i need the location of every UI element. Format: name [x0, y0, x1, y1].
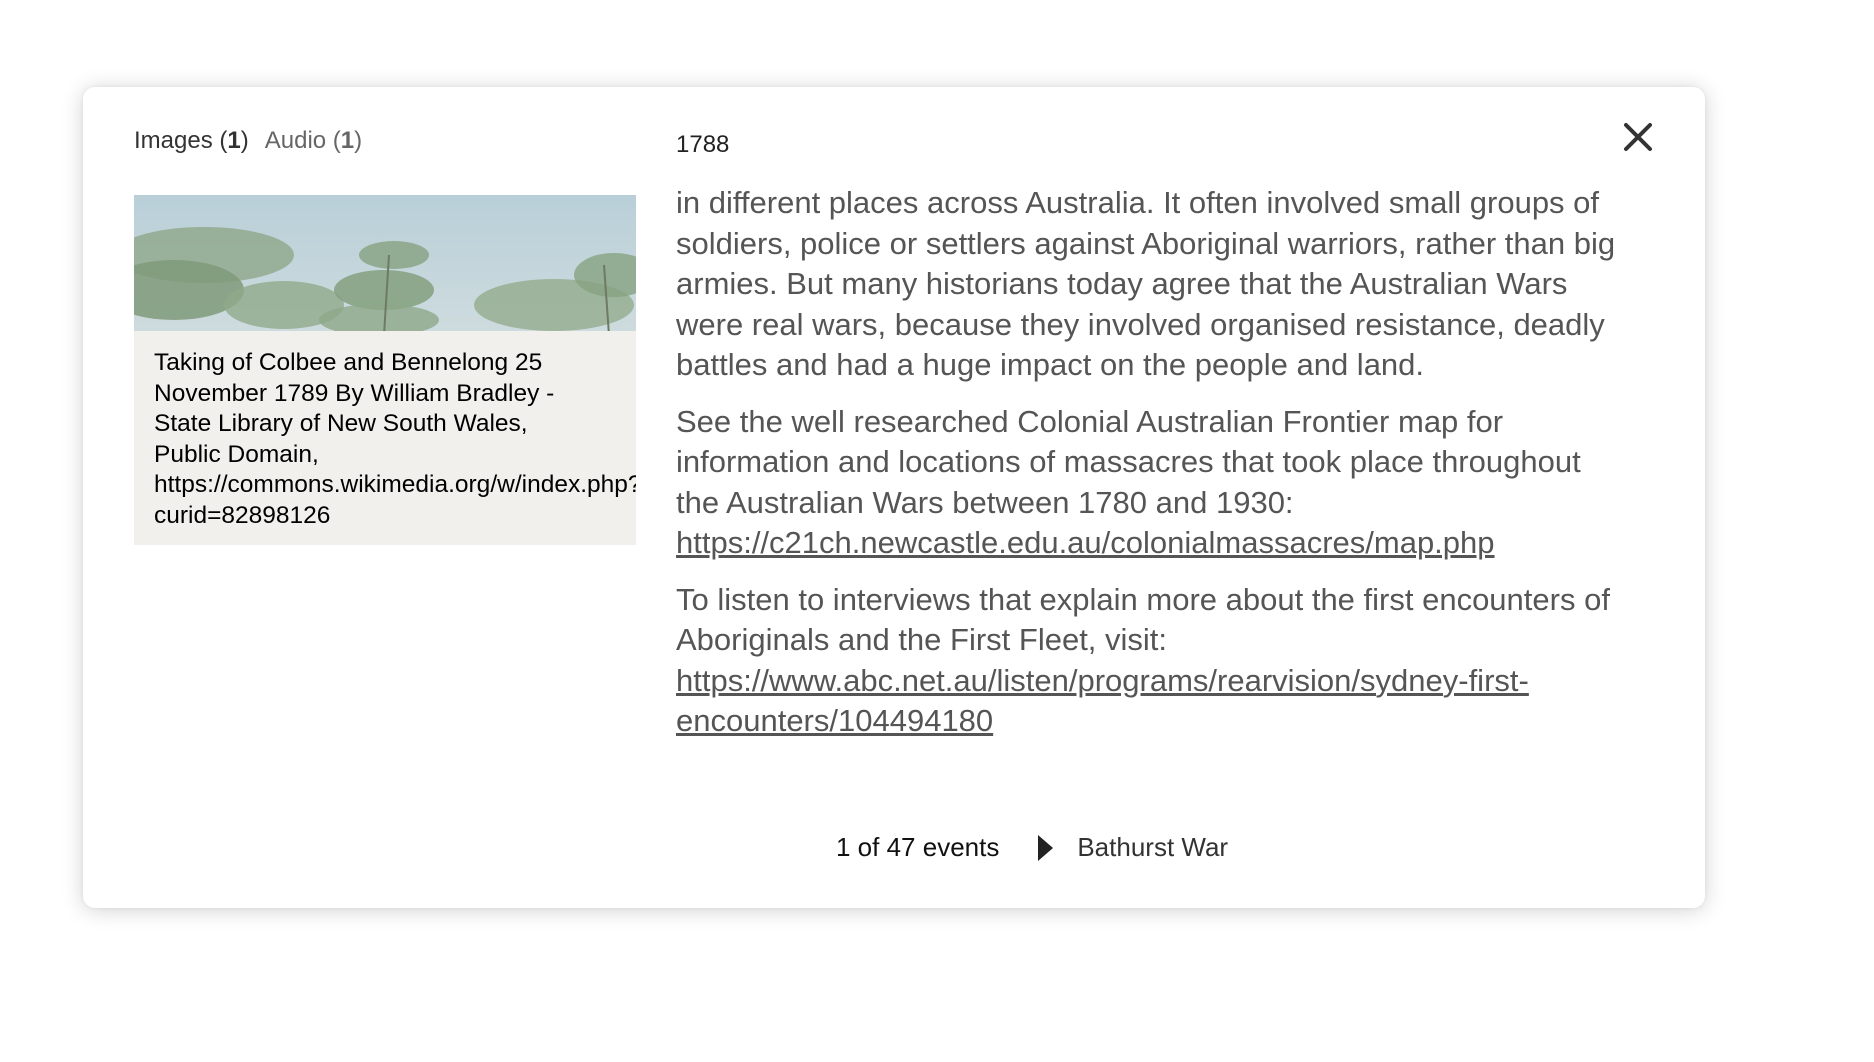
event-count: 1 of 47 events	[836, 832, 1000, 862]
next-event-link[interactable]: Bathurst War	[1077, 832, 1228, 863]
event-description-body: in different places across Australia. It…	[676, 183, 1616, 758]
triangle-right-icon[interactable]	[1037, 834, 1054, 861]
tab-images[interactable]: Images (1)	[134, 127, 249, 155]
event-navigation: 1 of 47 events Bathurst War	[836, 832, 1228, 863]
image-caption: Taking of Colbee and Bennelong 25 Novemb…	[134, 331, 636, 545]
massacres-map-link[interactable]: https://c21ch.newcastle.edu.au/colonialm…	[676, 525, 1495, 560]
caption-text: Taking of Colbee and Bennelong 25 Novemb…	[154, 349, 636, 529]
paragraph-3: To listen to interviews that explain mor…	[676, 580, 1616, 742]
paragraph-3-text: To listen to interviews that explain mor…	[676, 581, 1610, 658]
paragraph-2-text: See the well researched Colonial Austral…	[676, 403, 1581, 520]
paragraph-2: See the well researched Colonial Austral…	[676, 402, 1616, 564]
paragraph-1: in different places across Australia. It…	[676, 185, 1616, 382]
event-image[interactable]: Taking of Colbee and Bennelong 25 Novemb…	[134, 195, 636, 545]
event-description[interactable]: in different places across Australia. It…	[676, 177, 1616, 777]
images-count: 1	[227, 127, 241, 154]
tab-audio[interactable]: Audio (1)	[265, 127, 362, 155]
media-tabs: Images (1) Audio (1)	[134, 127, 362, 155]
event-year: 1788	[676, 131, 730, 158]
event-modal: Images (1) Audio (1) Taking of Colbee an…	[83, 87, 1705, 908]
close-button[interactable]	[1620, 119, 1656, 155]
abc-interviews-link[interactable]: https://www.abc.net.au/listen/programs/r…	[676, 663, 1529, 739]
close-icon	[1624, 123, 1652, 151]
audio-count: 1	[340, 127, 355, 154]
